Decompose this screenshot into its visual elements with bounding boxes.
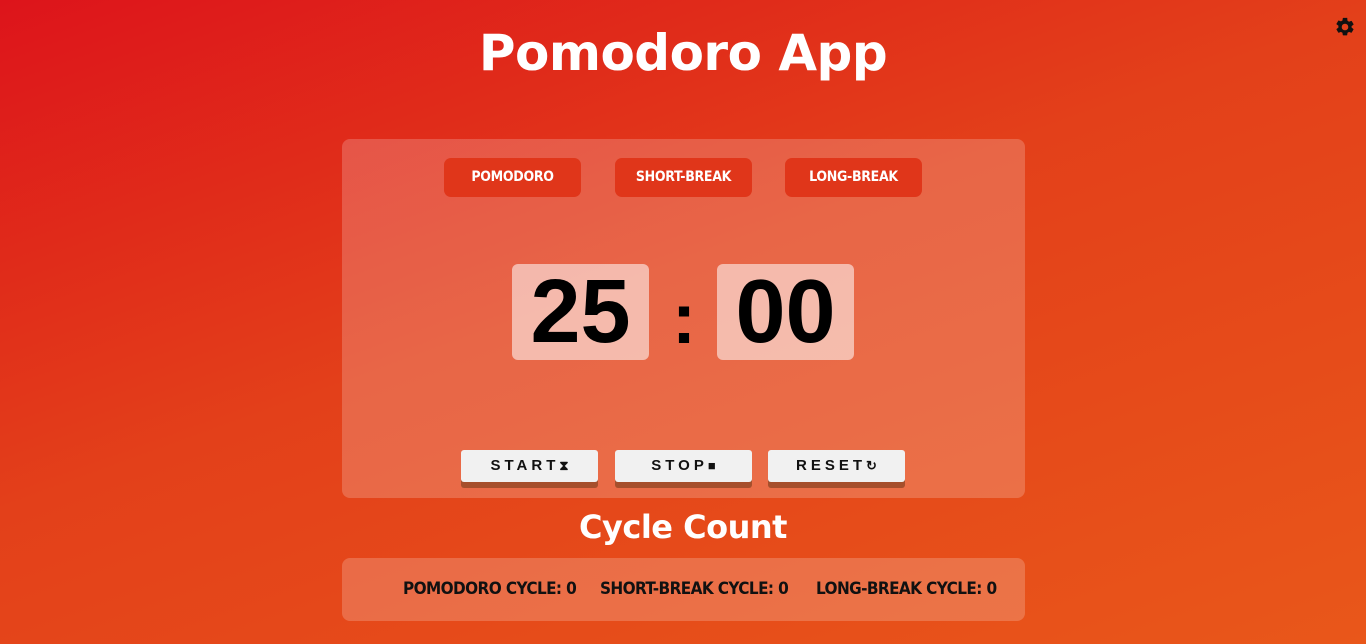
start-button[interactable]: START⧗ (461, 450, 598, 482)
long-break-mode-button[interactable]: LONG-BREAK (785, 158, 922, 197)
short-break-cycle-count: SHORT-BREAK CYCLE: 0 (600, 579, 789, 599)
start-label: START (490, 457, 560, 474)
stop-label: STOP (651, 457, 708, 474)
reset-arrow-icon: ↻ (866, 458, 877, 473)
pomodoro-cycle-count: POMODORO CYCLE: 0 (403, 579, 577, 599)
app-title: Pomodoro App (478, 24, 888, 82)
timer-minutes: 25 (512, 264, 649, 360)
timer-seconds: 00 (717, 264, 854, 360)
stop-square-icon: ■ (707, 458, 716, 473)
timer-separator: : (672, 279, 696, 359)
reset-button[interactable]: RESET↻ (768, 450, 905, 482)
stop-button[interactable]: STOP■ (615, 450, 752, 482)
long-break-cycle-count: LONG-BREAK CYCLE: 0 (816, 579, 997, 599)
short-break-mode-button[interactable]: SHORT-BREAK (615, 158, 752, 197)
timer-panel: POMODORO SHORT-BREAK LONG-BREAK 25 : 00 … (342, 139, 1025, 498)
pomodoro-mode-button[interactable]: POMODORO (444, 158, 581, 197)
hourglass-icon: ⧗ (559, 458, 569, 473)
reset-label: RESET (796, 457, 867, 474)
cycle-count-title: Cycle Count (579, 508, 787, 546)
cycle-count-panel: POMODORO CYCLE: 0 SHORT-BREAK CYCLE: 0 L… (342, 558, 1025, 621)
